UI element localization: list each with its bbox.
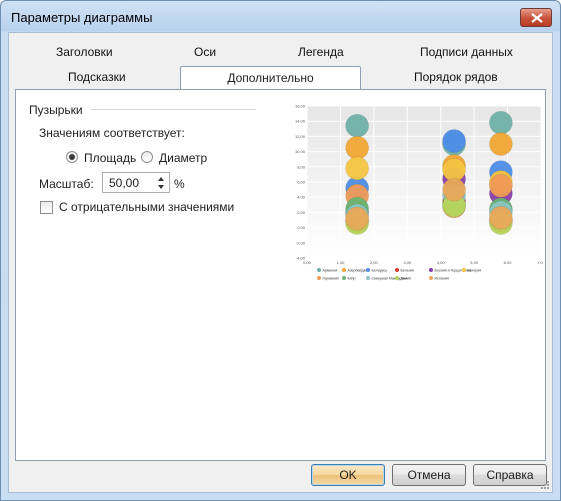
diameter-radio-label[interactable]: Диаметр bbox=[159, 151, 207, 165]
bubble-point bbox=[489, 132, 513, 156]
close-button[interactable] bbox=[520, 8, 552, 27]
diameter-radio[interactable] bbox=[141, 151, 153, 163]
legend-label: Испания bbox=[435, 277, 449, 281]
tab-additional[interactable]: Дополнительно bbox=[180, 66, 361, 90]
x-tick-label: 0,00 bbox=[303, 260, 312, 265]
close-icon bbox=[531, 13, 543, 23]
bubble-point bbox=[489, 110, 513, 135]
spin-down-icon[interactable] bbox=[156, 183, 166, 191]
x-tick-label: 5,00 bbox=[470, 260, 479, 265]
legend-marker bbox=[366, 276, 370, 280]
legend-marker bbox=[317, 268, 321, 272]
negative-values-checkbox[interactable] bbox=[40, 201, 53, 214]
scale-unit: % bbox=[174, 177, 185, 191]
bubble-point bbox=[442, 129, 466, 153]
legend-label: Беларусь bbox=[372, 269, 388, 273]
y-tick-label: 6,00 bbox=[297, 180, 306, 185]
chart-preview: 16,00 14,00 12,00 10,00 8,00 6,00 4,00 2,00 0,00… bbox=[293, 104, 546, 294]
legend-label: Германия bbox=[323, 277, 339, 281]
legend-label: Дания bbox=[401, 277, 411, 281]
legend-label: Армения bbox=[323, 269, 338, 273]
area-radio-label[interactable]: Площадь bbox=[84, 151, 136, 165]
tab-data-labels[interactable]: Подписи данных bbox=[420, 45, 513, 59]
radio-selected-dot bbox=[69, 154, 75, 160]
legend-marker bbox=[342, 268, 346, 272]
bubble-point bbox=[489, 205, 513, 230]
spin-up-icon[interactable] bbox=[156, 175, 166, 183]
tab-titles[interactable]: Заголовки bbox=[56, 45, 113, 59]
y-tick-label: 12,00 bbox=[295, 134, 306, 139]
legend-marker bbox=[395, 268, 399, 272]
title-bar: Параметры диаграммы bbox=[1, 1, 560, 31]
y-tick-label: -2,00 bbox=[296, 240, 306, 245]
legend-marker bbox=[395, 276, 399, 280]
bubble-point bbox=[345, 113, 369, 138]
dialog-client: Заголовки Оси Легенда Подписи данных Под… bbox=[8, 32, 553, 493]
x-tick-label: 3,00 bbox=[403, 260, 412, 265]
x-tick-label: 7,00 bbox=[537, 260, 543, 265]
group-divider bbox=[91, 109, 256, 110]
bubble-point bbox=[489, 174, 513, 198]
scale-label: Масштаб: bbox=[39, 177, 94, 191]
bubble-point bbox=[442, 177, 466, 202]
y-tick-label: 8,00 bbox=[297, 164, 306, 169]
legend-marker bbox=[429, 268, 433, 272]
legend-marker bbox=[429, 276, 433, 280]
legend-label: Венгрия bbox=[468, 269, 482, 273]
legend-label: Кипр bbox=[348, 277, 356, 281]
negative-values-label[interactable]: С отрицательными значениями bbox=[59, 200, 234, 214]
legend-label: Бельгия bbox=[401, 269, 415, 273]
legend-marker bbox=[366, 268, 370, 272]
tab-panel: Пузырьки Значениям соответствует: Площад… bbox=[15, 89, 546, 461]
tab-axes[interactable]: Оси bbox=[194, 45, 216, 59]
ok-button[interactable]: OK bbox=[311, 464, 385, 486]
bubble-point bbox=[345, 135, 369, 160]
legend-marker bbox=[462, 268, 466, 272]
scale-spinbox[interactable]: 50,00 bbox=[102, 172, 170, 193]
y-tick-label: 4,00 bbox=[297, 195, 306, 200]
window-title: Параметры диаграммы bbox=[11, 10, 153, 25]
x-tick-label: 4,00 bbox=[437, 260, 446, 265]
resize-grip-icon[interactable] bbox=[540, 480, 550, 490]
y-tick-label: 0,00 bbox=[297, 225, 306, 230]
scale-value[interactable]: 50,00 bbox=[109, 176, 139, 190]
legend-marker bbox=[317, 276, 321, 280]
x-tick-label: 1,00 bbox=[337, 260, 346, 265]
y-tick-label: 16,00 bbox=[295, 104, 306, 109]
bubble-point bbox=[345, 206, 369, 231]
corresponds-label: Значениям соответствует: bbox=[39, 126, 185, 140]
tab-series-order[interactable]: Порядок рядов bbox=[414, 70, 498, 84]
y-tick-label: 10,00 bbox=[295, 149, 306, 154]
tab-tooltips[interactable]: Подсказки bbox=[68, 70, 126, 84]
cancel-button[interactable]: Отмена bbox=[392, 464, 466, 486]
help-button[interactable]: Справка bbox=[473, 464, 547, 486]
area-radio[interactable] bbox=[66, 151, 78, 163]
y-tick-label: 2,00 bbox=[297, 210, 306, 215]
dialog-window: Параметры диаграммы Заголовки Оси Легенд… bbox=[0, 0, 561, 501]
bubble-point bbox=[345, 156, 369, 181]
bubbles-group-title: Пузырьки bbox=[29, 103, 83, 117]
x-tick-label: 6,00 bbox=[504, 260, 513, 265]
y-tick-label: 14,00 bbox=[295, 119, 306, 124]
legend-marker bbox=[342, 276, 346, 280]
tab-legend[interactable]: Легенда bbox=[298, 45, 344, 59]
bubble-chart: 16,00 14,00 12,00 10,00 8,00 6,00 4,00 2,00 0,00… bbox=[295, 104, 546, 281]
x-tick-label: 2,00 bbox=[370, 260, 379, 265]
tab-additional-label: Дополнительно bbox=[227, 71, 314, 85]
